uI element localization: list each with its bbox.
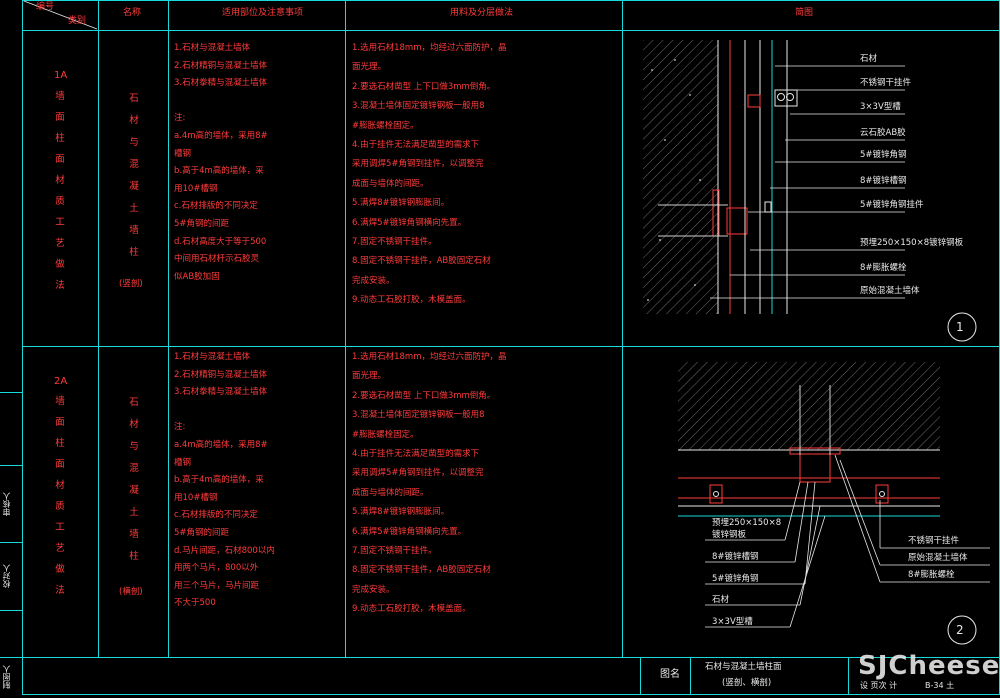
diagram2-left-label: 镀锌钢板 <box>712 530 747 540</box>
diagram2-left-label: 3×3V型槽 <box>712 617 753 627</box>
sidebar-checker: 校对人 <box>2 564 11 588</box>
watermark-logo: SJCheese <box>858 651 1000 681</box>
sidebar-drafter: 制图人 <box>2 665 11 689</box>
diagram2-left-label: 8#镀锌槽钢 <box>712 552 759 562</box>
diagram2-right-label: 原始混凝土墙体 <box>908 553 968 563</box>
diagram2-left-label: 5#镀锌角钢 <box>712 574 759 584</box>
concrete-wall-2 <box>678 362 940 450</box>
diagram2-right-label: 8#膨胀螺栓 <box>908 570 955 580</box>
drawing-sheet: 编号 类别 名称 适用部位及注意事项 用料及分层做法 简图 1A 墙面柱面材质工… <box>0 0 1000 698</box>
diagram2-right-label: 不锈钢干挂件 <box>908 536 960 546</box>
titleblock-sub: 设 页次 计 <box>860 681 898 690</box>
titleblock-label: 图名 <box>660 669 680 680</box>
detail-number-2: 2 <box>956 623 964 637</box>
diagram2-left-label: 预埋250×150×8 <box>712 518 782 528</box>
titleblock-title1: 石材与混凝土墙柱面 <box>705 662 782 672</box>
titleblock-title2: (竖剖、横剖) <box>722 678 772 688</box>
diagram-horizontal-section <box>678 362 990 645</box>
sidebar-reviewer: 审核人 <box>2 492 11 516</box>
titleblock-page: B-34 土 <box>925 681 955 690</box>
diagram2-left-label: 石材 <box>712 595 730 605</box>
